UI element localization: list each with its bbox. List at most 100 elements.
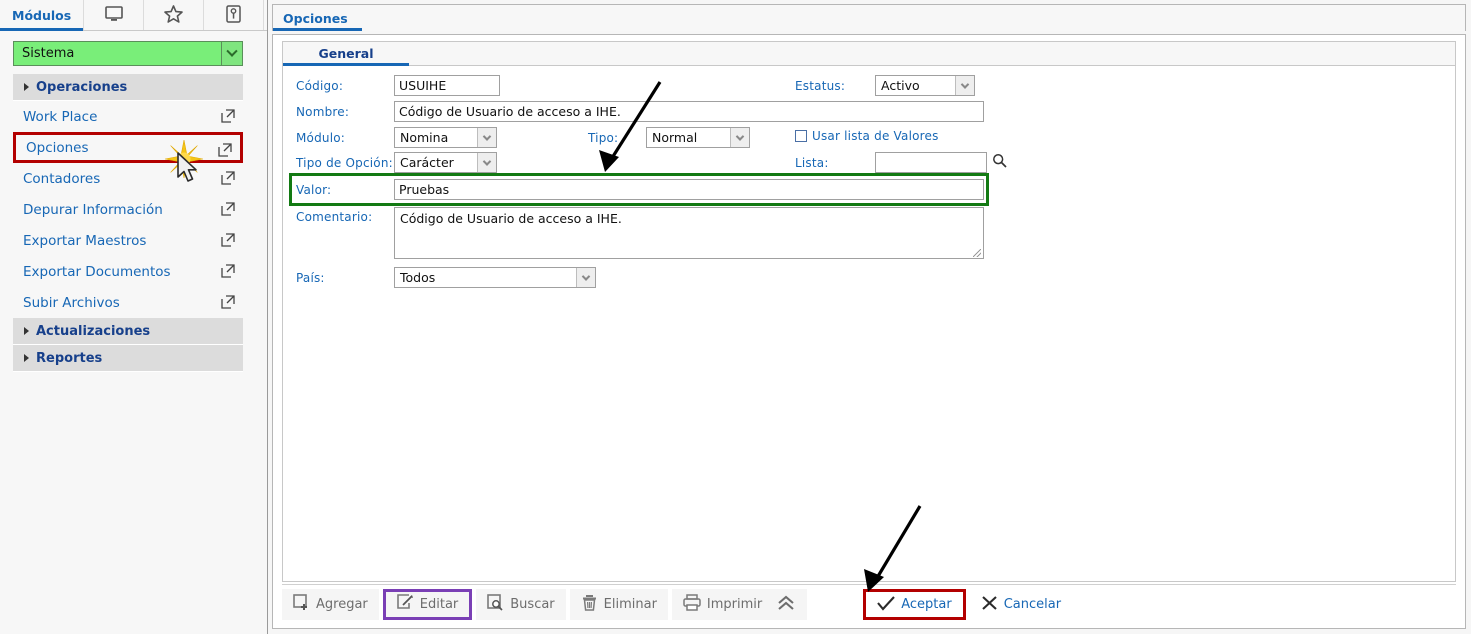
action-toolbar: Agregar Editar Buscar Eliminar Imprimir … [282,584,1456,622]
cancelar-label: Cancelar [1003,597,1062,612]
triangle-right-icon [24,83,29,91]
tab-modulos-label: Módulos [12,7,72,23]
eliminar-button[interactable]: Eliminar [569,589,668,620]
chevron-double-up-icon[interactable] [776,594,796,616]
sidebar-group-operaciones[interactable]: Operaciones [13,74,243,101]
sidebar-item-exportar-documentos-label: Exportar Documentos [23,263,171,280]
left-sidebar: Módulos Sistema Operaciones Work Place O… [0,0,268,634]
monitor-icon [104,5,123,25]
sidebar-item-exportar-maestros[interactable]: Exportar Maestros [13,225,243,256]
tab-tools[interactable] [204,0,265,30]
external-link-icon[interactable] [221,295,235,309]
field-comentario: Comentario: Código de Usuario de acceso … [296,207,984,259]
sidebar-tabbar: Módulos [0,0,267,31]
usar-lista-checkbox[interactable] [795,130,807,142]
sidebar-item-depurar-informacion[interactable]: Depurar Información [13,194,243,225]
sidebar-group-reportes-label: Reportes [36,350,103,366]
external-link-icon[interactable] [221,264,235,278]
search-icon[interactable] [992,153,1007,172]
tab-display[interactable] [84,0,145,30]
codigo-input[interactable]: USUIHE [394,75,500,96]
sidebar-item-contadores[interactable]: Contadores [13,163,243,194]
chevron-down-icon[interactable] [730,128,749,147]
edit-icon [396,594,414,615]
chevron-down-icon[interactable] [576,268,595,287]
close-icon [981,595,998,615]
main-tabbar: Opciones [272,4,1466,31]
tab-opciones[interactable]: Opciones [273,5,362,31]
triangle-right-icon [24,327,29,335]
tab-modulos[interactable]: Módulos [0,0,85,31]
form-subtabbar: General [283,42,1455,66]
field-tipo-opcion: Tipo de Opción: Carácter [296,152,497,173]
sidebar-group-operaciones-label: Operaciones [36,79,128,95]
estatus-select[interactable]: Activo [875,75,975,96]
nombre-label: Nombre: [296,104,350,119]
external-link-icon[interactable] [218,143,232,157]
eliminar-label: Eliminar [603,597,657,612]
tipo-select-value: Normal [652,130,698,145]
external-link-icon[interactable] [221,233,235,247]
module-select-value: Sistema [22,46,75,61]
modulo-select[interactable]: Nomina [394,127,497,148]
wrench-icon [226,4,241,26]
tipo-opcion-select[interactable]: Carácter [394,152,497,173]
pais-label: País: [296,270,325,285]
lista-input[interactable] [875,152,987,173]
modulo-label: Módulo: [296,130,346,145]
comentario-label: Comentario: [296,210,373,224]
estatus-label: Estatus: [795,78,846,93]
sidebar-group-actualizaciones-label: Actualizaciones [36,323,151,339]
agregar-button[interactable]: Agregar [282,589,379,620]
sidebar-item-depurar-informacion-label: Depurar Información [23,201,163,218]
pais-select-value: Todos [400,270,436,285]
imprimir-button[interactable]: Imprimir [671,589,808,620]
buscar-button[interactable]: Buscar [476,589,566,620]
aceptar-label: Aceptar [901,597,952,612]
sidebar-group-reportes[interactable]: Reportes [13,345,243,372]
chevron-down-icon[interactable] [477,128,496,147]
modulo-select-value: Nomina [400,130,449,145]
external-link-icon[interactable] [221,202,235,216]
chevron-down-icon[interactable] [955,76,974,95]
estatus-select-value: Activo [881,78,920,93]
sidebar-group-actualizaciones[interactable]: Actualizaciones [13,318,243,345]
comentario-textarea[interactable]: Código de Usuario de acceso a IHE. [394,207,984,259]
imprimir-label: Imprimir [706,597,763,612]
content-card: General Código: USUIHE Estatus: Activo N… [272,34,1466,629]
field-pais: País: Todos [296,267,596,288]
editar-button[interactable]: Editar [382,589,473,620]
buscar-label: Buscar [510,597,555,612]
sidebar-item-contadores-label: Contadores [23,170,101,187]
nombre-input[interactable]: Código de Usuario de acceso a IHE. [394,101,984,122]
sidebar-item-exportar-documentos[interactable]: Exportar Documentos [13,256,243,287]
main-panel: Opciones General Código: USUIHE Estatus:… [272,4,1466,630]
tab-favorites[interactable] [144,0,205,30]
module-select[interactable]: Sistema [13,41,243,66]
tipo-select[interactable]: Normal [646,127,750,148]
lista-label: Lista: [795,155,829,170]
chevron-down-icon[interactable] [477,153,496,172]
external-link-icon[interactable] [221,109,235,123]
sidebar-item-opciones[interactable]: Opciones [13,132,243,163]
sidebar-item-work-place-label: Work Place [23,108,98,125]
sidebar-item-work-place[interactable]: Work Place [13,101,243,132]
field-estatus: Estatus: Activo [795,75,975,96]
pais-select[interactable]: Todos [394,267,596,288]
printer-icon [683,594,701,615]
aceptar-button[interactable]: Aceptar [863,589,966,620]
trash-icon [581,594,598,615]
check-icon [877,595,896,615]
sidebar-item-subir-archivos[interactable]: Subir Archivos [13,287,243,318]
codigo-label: Código: [296,78,344,93]
field-modulo: Módulo: Nomina [296,127,497,148]
subtab-general-label: General [318,46,374,61]
resize-grip-icon[interactable] [973,249,981,257]
subtab-general[interactable]: General [283,42,409,66]
comentario-textarea-value: Código de Usuario de acceso a IHE. [400,211,622,226]
field-usar-lista[interactable]: Usar lista de Valores [795,129,939,143]
cancelar-button[interactable]: Cancelar [970,589,1072,620]
triangle-right-icon [24,354,29,362]
external-link-icon[interactable] [221,171,235,185]
chevron-down-icon[interactable] [221,42,242,65]
